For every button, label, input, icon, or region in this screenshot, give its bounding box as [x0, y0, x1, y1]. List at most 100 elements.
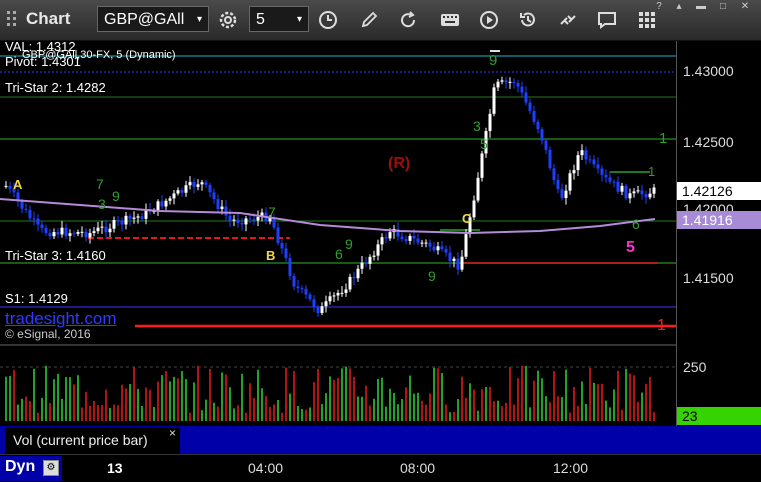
candle-body	[632, 191, 636, 194]
candle-body	[600, 168, 604, 175]
candle-body	[212, 192, 216, 200]
history-icon[interactable]	[513, 7, 543, 33]
volume-pane[interactable]	[0, 346, 676, 426]
candle-body	[284, 248, 288, 259]
candle-body	[364, 262, 368, 264]
time-axis[interactable]: Dyn ⚙ 13 04:00 08:00 12:00	[0, 454, 761, 482]
candle-body	[204, 182, 208, 185]
volume-bar	[533, 380, 535, 421]
volume-bar	[557, 396, 559, 421]
candle-body	[336, 292, 340, 296]
candle-body	[616, 181, 620, 192]
volume-chart-svg	[0, 365, 676, 421]
candle-body	[648, 193, 652, 198]
volume-bar	[105, 389, 107, 421]
candle-body	[36, 218, 40, 225]
volume-bar	[401, 398, 403, 421]
last-price-tag: 1.42126	[677, 182, 761, 200]
price-chart-pane[interactable]: 7 9 3 7 6 9 9 3 5 6 VAL: 1.4312 Pivot: 1…	[0, 41, 676, 344]
drag-grip-icon[interactable]	[5, 9, 19, 29]
volume-bar	[569, 412, 571, 421]
volume-bar	[453, 411, 455, 421]
clock-icon[interactable]	[313, 7, 343, 33]
volume-bar	[649, 376, 651, 421]
message-icon[interactable]	[592, 7, 622, 33]
volume-bar	[541, 378, 543, 421]
scroll-up-icon[interactable]: ▴	[670, 1, 688, 13]
dyn-box[interactable]: Dyn ⚙	[0, 456, 62, 481]
candle-body	[456, 258, 460, 270]
draw-pencil-icon[interactable]	[354, 7, 384, 33]
candle-body	[136, 216, 140, 218]
volume-bar	[405, 387, 407, 421]
volume-bar	[69, 377, 71, 421]
close-icon[interactable]: ✕	[736, 1, 754, 13]
volume-bar	[261, 388, 263, 421]
candle-body	[220, 206, 224, 210]
candle-body	[44, 227, 48, 233]
keyboard-icon[interactable]	[435, 7, 465, 33]
candle-body	[472, 200, 476, 218]
volume-bar	[249, 383, 251, 421]
volume-bar	[145, 387, 147, 421]
volume-bar	[553, 371, 555, 421]
candle-body	[476, 177, 480, 201]
candle-body	[424, 242, 428, 244]
symbol-value: GBP@GAll	[104, 11, 185, 28]
volume-bar	[345, 366, 347, 421]
volume-bar	[53, 379, 55, 421]
study-label: GBP@GAll,30-FX, 5 (Dynamic)	[22, 49, 176, 61]
volume-label-bar: Vol (current price bar) ×	[0, 426, 761, 454]
close-study-icon[interactable]: ×	[169, 420, 176, 447]
count-9: 9	[112, 188, 120, 204]
volume-value-tag: 23	[677, 407, 761, 425]
volume-bar	[277, 399, 279, 421]
volume-bar	[353, 376, 355, 421]
candle-body	[512, 81, 516, 83]
candle-body	[384, 237, 388, 239]
candle-body	[540, 129, 544, 141]
price-axis[interactable]: 1.43000 1.42500 1.42000 1.41500 1.42126 …	[676, 41, 761, 426]
settings-gear-icon[interactable]	[213, 7, 243, 33]
candle-body	[184, 185, 188, 193]
interval-input[interactable]: 5 ▾	[249, 6, 309, 32]
dyn-settings-icon[interactable]: ⚙	[43, 460, 59, 476]
volume-bar	[493, 401, 495, 421]
maximize-icon[interactable]: □	[714, 1, 732, 13]
symbol-dropdown-icon[interactable]: ▾	[197, 7, 202, 33]
volume-bar	[381, 377, 383, 421]
volume-bar	[425, 404, 427, 421]
volume-bar	[497, 400, 499, 421]
volume-bar	[573, 386, 575, 421]
candle-body	[216, 199, 220, 210]
candle-body	[228, 215, 232, 221]
volume-bar	[361, 396, 363, 421]
link-icon[interactable]	[553, 7, 583, 33]
s1-label: S1: 1.4129	[5, 291, 68, 306]
interval-dropdown-icon[interactable]: ▾	[297, 7, 302, 33]
volume-bar	[641, 392, 643, 421]
candle-body	[156, 201, 160, 212]
volume-bar	[593, 382, 595, 421]
candle-body	[240, 222, 244, 225]
candle-body	[4, 185, 8, 187]
volume-bar	[33, 368, 35, 421]
refresh-icon[interactable]	[393, 7, 423, 33]
volume-bar	[17, 404, 19, 421]
symbol-input[interactable]: GBP@GAll ▾	[97, 6, 209, 32]
count-5: 5	[480, 136, 488, 152]
volume-bar	[113, 404, 115, 421]
volume-bar	[449, 412, 451, 421]
volume-bar	[365, 385, 367, 421]
volume-study-label[interactable]: Vol (current price bar) ×	[5, 426, 180, 454]
volume-bar	[61, 398, 63, 421]
volume-bar	[285, 367, 287, 421]
volume-bar	[549, 402, 551, 421]
play-icon[interactable]	[474, 7, 504, 33]
volume-bar	[169, 381, 171, 421]
help-icon[interactable]: ?	[650, 1, 668, 13]
volume-bar	[597, 384, 599, 421]
minimize-icon[interactable]: ▬	[692, 1, 710, 13]
candle-body	[416, 238, 420, 243]
tristar2-label: Tri-Star 2: 1.4282	[5, 80, 106, 95]
